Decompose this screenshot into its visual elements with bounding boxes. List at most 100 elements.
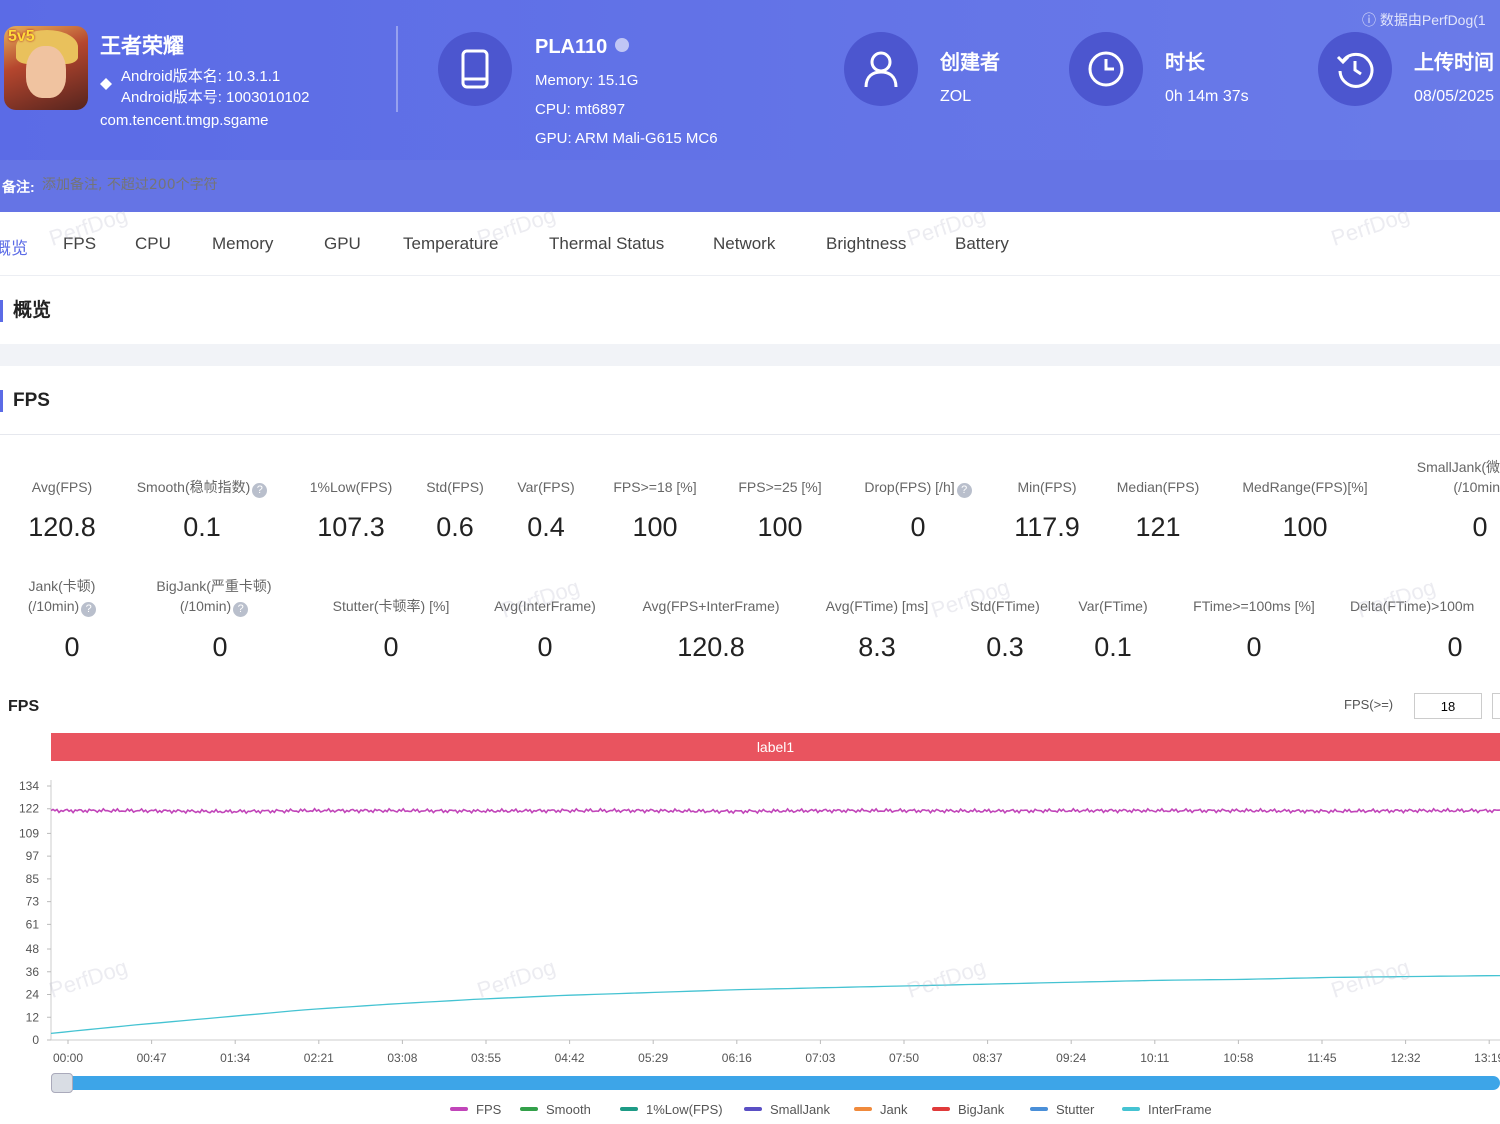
legend-swatch xyxy=(1122,1107,1140,1111)
remark-input[interactable] xyxy=(42,177,542,193)
header-divider xyxy=(396,26,398,112)
legend-item-bigjank[interactable]: BigJank xyxy=(932,1102,1004,1117)
section-separator xyxy=(0,344,1500,366)
tab-gpu[interactable]: GPU xyxy=(324,234,361,254)
x-tick-label: 05:29 xyxy=(638,1051,668,1065)
metric-value: 0.4 xyxy=(527,512,565,542)
device-gpu: GPU: ARM Mali-G615 MC6 xyxy=(535,130,718,147)
x-tick-label: 07:03 xyxy=(805,1051,835,1065)
metric-label: Var(FPS) xyxy=(517,479,575,495)
help-icon[interactable]: ? xyxy=(956,483,972,498)
legend-item-interframe[interactable]: InterFrame xyxy=(1122,1102,1212,1117)
fps-threshold-label: FPS(>=) xyxy=(1344,697,1394,712)
app-icon-face xyxy=(26,46,66,98)
x-tick-label: 02:21 xyxy=(304,1051,334,1065)
metric-label: MedRange(FPS)[%] xyxy=(1242,479,1368,495)
tab-overview[interactable]: 概览 xyxy=(0,234,28,259)
time-range-slider[interactable] xyxy=(55,1076,1500,1090)
x-tick-label: 10:11 xyxy=(1140,1051,1169,1065)
label-bar[interactable]: label1 xyxy=(51,733,1500,761)
metric-label: Avg(FPS) xyxy=(31,479,93,495)
legend-item-smalljank[interactable]: SmallJank xyxy=(744,1102,830,1117)
x-tick-label: 09:24 xyxy=(1056,1051,1086,1065)
metric-label: Avg(FPS+InterFrame) xyxy=(642,598,780,614)
remark-label: 备注: xyxy=(2,179,35,195)
legend-item-1-low-fps-[interactable]: 1%Low(FPS) xyxy=(620,1102,723,1117)
app-icon-badge: 5v5 xyxy=(8,28,35,45)
metric-label: Var(FTime) xyxy=(1078,598,1148,614)
tab-memory[interactable]: Memory xyxy=(212,234,273,254)
y-tick-label: 48 xyxy=(26,942,40,956)
remark-bar: 备注: xyxy=(0,160,1500,212)
tab-bar: 概览 FPS CPU Memory GPU Temperature Therma… xyxy=(0,212,1500,276)
report-header: 5v5 王者荣耀 Android版本名: 10.3.1.1 Android版本号… xyxy=(0,0,1500,160)
metric-value: 0 xyxy=(1472,512,1488,542)
metric-label: FPS>=18 [%] xyxy=(613,479,697,495)
slider-handle[interactable] xyxy=(51,1073,73,1093)
tab-brightness[interactable]: Brightness xyxy=(826,234,906,254)
metric-value: 0.6 xyxy=(436,512,474,542)
y-tick-label: 61 xyxy=(26,917,40,931)
legend-label: Smooth xyxy=(546,1102,591,1117)
legend-item-jank[interactable]: Jank xyxy=(854,1102,907,1117)
perfdog-note: ⓘ 数据由PerfDog(1 xyxy=(1362,12,1486,28)
metric-value: 121 xyxy=(1135,512,1181,542)
tab-fps[interactable]: FPS xyxy=(63,234,96,254)
metric-value: 100 xyxy=(757,512,803,542)
metric-label: Avg(InterFrame) xyxy=(494,598,596,614)
help-icon[interactable]: ? xyxy=(252,483,268,498)
metric-label: Avg(FTime) [ms] xyxy=(825,598,929,614)
help-icon[interactable]: ? xyxy=(81,602,97,617)
metric-label: Delta(FTime)>100m xyxy=(1350,598,1475,614)
legend-item-smooth[interactable]: Smooth xyxy=(520,1102,591,1117)
metric-value: 0.3 xyxy=(986,632,1024,662)
duration-value: 0h 14m 37s xyxy=(1165,88,1249,105)
y-tick-label: 122 xyxy=(19,802,39,816)
legend-label: 1%Low(FPS) xyxy=(646,1102,723,1117)
legend-label: InterFrame xyxy=(1148,1102,1212,1117)
android-version: Android版本名: 10.3.1.1 xyxy=(121,68,281,85)
legend-label: SmallJank xyxy=(770,1102,830,1117)
legend-swatch xyxy=(520,1107,538,1111)
metric-value: 120.8 xyxy=(28,512,96,542)
next-threshold-input[interactable] xyxy=(1492,693,1500,719)
chart-title: FPS xyxy=(8,698,40,715)
metric-value: 0 xyxy=(537,632,553,662)
creator-title: 创建者 xyxy=(940,50,1000,74)
metric-value: 120.8 xyxy=(677,632,745,662)
y-tick-label: 85 xyxy=(26,872,40,886)
metric-value: 0 xyxy=(1246,632,1262,662)
metric-label: Stutter(卡顿率) [%] xyxy=(332,598,450,614)
metric-label: Min(FPS) xyxy=(1017,479,1077,495)
help-icon[interactable]: ? xyxy=(233,602,249,617)
legend-item-stutter[interactable]: Stutter xyxy=(1030,1102,1094,1117)
x-tick-label: 04:42 xyxy=(555,1051,585,1065)
metric-label: BigJank(严重卡顿) (/10min)? xyxy=(156,578,272,617)
legend-item-fps[interactable]: FPS xyxy=(450,1102,501,1117)
legend-swatch xyxy=(744,1107,762,1111)
metric-label: Drop(FPS) [/h]? xyxy=(848,477,988,498)
x-tick-label: 13:19 xyxy=(1474,1051,1500,1065)
legend-label: FPS xyxy=(476,1102,502,1117)
metric-value: 0.1 xyxy=(183,512,221,542)
series-line-interframe xyxy=(50,974,1500,1035)
info-icon[interactable] xyxy=(614,38,629,52)
tab-temperature[interactable]: Temperature xyxy=(403,234,498,254)
fps-threshold-input[interactable] xyxy=(1414,693,1482,719)
tab-thermal-status[interactable]: Thermal Status xyxy=(549,234,664,254)
metric-label: Jank(卡顿) (/10min)? xyxy=(27,578,97,617)
metric-value: 107.3 xyxy=(317,512,385,542)
overview-section-title: 概览 xyxy=(0,300,51,322)
app-version-info: Android版本名: 10.3.1.1 Android版本号: 1003010… xyxy=(121,66,309,108)
app-package: com.tencent.tmgp.sgame xyxy=(100,112,269,129)
x-tick-label: 06:16 xyxy=(722,1051,752,1065)
x-tick-label: 12:32 xyxy=(1391,1051,1421,1065)
metric-label: SmallJank(微 (/10min xyxy=(1416,459,1500,495)
metric-label: FPS>=25 [%] xyxy=(738,479,822,495)
series-line-fps xyxy=(50,807,1500,815)
tab-cpu[interactable]: CPU xyxy=(135,234,171,254)
y-tick-label: 36 xyxy=(26,965,40,979)
tab-network[interactable]: Network xyxy=(713,234,775,254)
tab-battery[interactable]: Battery xyxy=(955,234,1009,254)
y-tick-label: 109 xyxy=(19,826,39,840)
